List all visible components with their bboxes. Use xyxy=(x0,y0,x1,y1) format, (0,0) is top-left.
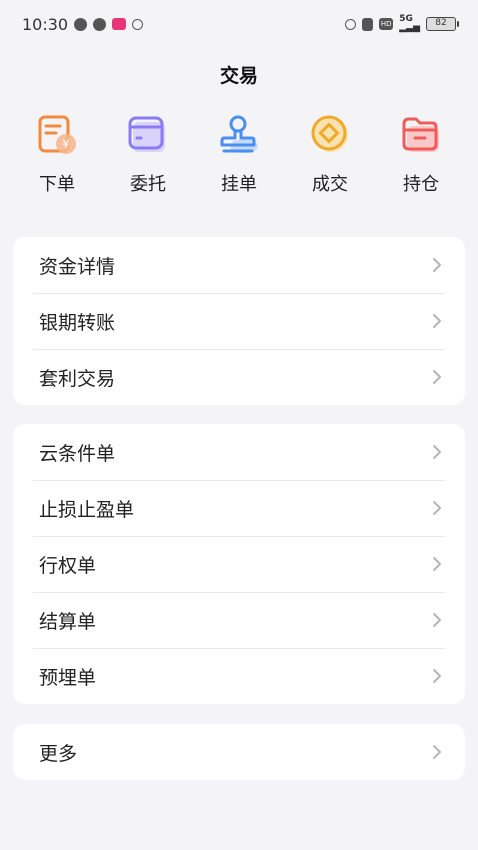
quick-actions: ¥ 下单 委托 挂单 成交 持仓 xyxy=(0,102,478,212)
order-receipt-icon: ¥ xyxy=(32,110,82,160)
menu-item-label: 预埋单 xyxy=(39,666,97,689)
status-time: 10:30 xyxy=(22,14,69,34)
quick-action-entrust[interactable]: 委托 xyxy=(103,102,193,212)
menu-item-bank-transfer[interactable]: 银期转账 xyxy=(13,293,465,349)
menu-group-orders: 云条件单 止损止盈单 行权单 结算单 预埋单 xyxy=(13,424,465,704)
chevron-right-icon xyxy=(433,314,441,328)
wechat-icon xyxy=(74,17,88,31)
quick-action-label: 挂单 xyxy=(221,174,257,195)
network-label: 5G xyxy=(399,14,413,24)
hd-icon: HD xyxy=(379,18,394,30)
vibrate-icon xyxy=(362,17,374,31)
status-right: HD 5G ▂▃▅ 82 xyxy=(345,14,459,33)
chevron-right-icon xyxy=(433,258,441,272)
quick-action-pending[interactable]: 挂单 xyxy=(194,102,284,212)
menu-item-arbitrage[interactable]: 套利交易 xyxy=(13,349,465,405)
quick-action-label: 委托 xyxy=(130,174,166,195)
cloud-icon xyxy=(132,18,144,30)
status-bar: 10:30 HD 5G ▂▃▅ 82 xyxy=(0,0,478,48)
menu-item-more[interactable]: 更多 xyxy=(13,724,465,780)
quick-action-label: 持仓 xyxy=(403,174,439,195)
chevron-right-icon xyxy=(433,370,441,384)
chevron-right-icon xyxy=(433,501,441,515)
menu-item-label: 行权单 xyxy=(39,554,97,577)
chevron-right-icon xyxy=(433,557,441,571)
quick-action-label: 成交 xyxy=(312,174,348,195)
menu-item-fund-details[interactable]: 资金详情 xyxy=(13,237,465,293)
quick-action-deal[interactable]: 成交 xyxy=(285,102,375,212)
menu-item-settlement[interactable]: 结算单 xyxy=(13,592,465,648)
hd-label: HD xyxy=(380,20,392,28)
quick-action-order[interactable]: ¥ 下单 xyxy=(12,102,102,212)
chevron-right-icon xyxy=(433,669,441,683)
page-title: 交易 xyxy=(219,64,258,87)
quick-action-position[interactable]: 持仓 xyxy=(376,102,466,212)
battery-icon: 82 xyxy=(426,17,459,31)
menu-item-label: 结算单 xyxy=(39,610,97,633)
menu-item-exercise[interactable]: 行权单 xyxy=(13,536,465,592)
quick-action-label: 下单 xyxy=(39,174,75,195)
chevron-right-icon xyxy=(433,745,441,759)
chevron-right-icon xyxy=(433,613,441,627)
battery-level: 82 xyxy=(435,18,447,28)
signal-icon: 5G ▂▃▅ xyxy=(399,14,420,33)
menu-group-funds: 资金详情 银期转账 套利交易 xyxy=(13,237,465,405)
menu-item-stop-loss[interactable]: 止损止盈单 xyxy=(13,480,465,536)
menu-item-label: 资金详情 xyxy=(39,255,116,278)
menu-item-label: 止损止盈单 xyxy=(39,498,135,521)
menu-item-label: 更多 xyxy=(39,742,78,765)
menu-item-preset-order[interactable]: 预埋单 xyxy=(13,648,465,704)
app-notification-icon xyxy=(112,18,127,30)
svg-text:¥: ¥ xyxy=(62,137,70,151)
entrust-card-icon xyxy=(123,110,173,160)
menu-item-label: 银期转账 xyxy=(39,311,116,334)
menu-item-cloud-condition[interactable]: 云条件单 xyxy=(13,424,465,480)
compass-icon xyxy=(93,17,107,31)
chevron-right-icon xyxy=(433,445,441,459)
menu-group-more: 更多 xyxy=(13,724,465,780)
alarm-icon xyxy=(345,18,357,30)
menu-item-label: 套利交易 xyxy=(39,367,116,390)
coin-icon xyxy=(305,110,355,160)
menu-item-label: 云条件单 xyxy=(39,442,116,465)
stamp-icon xyxy=(214,110,264,160)
folder-icon xyxy=(396,110,446,160)
status-left: 10:30 xyxy=(22,14,144,34)
